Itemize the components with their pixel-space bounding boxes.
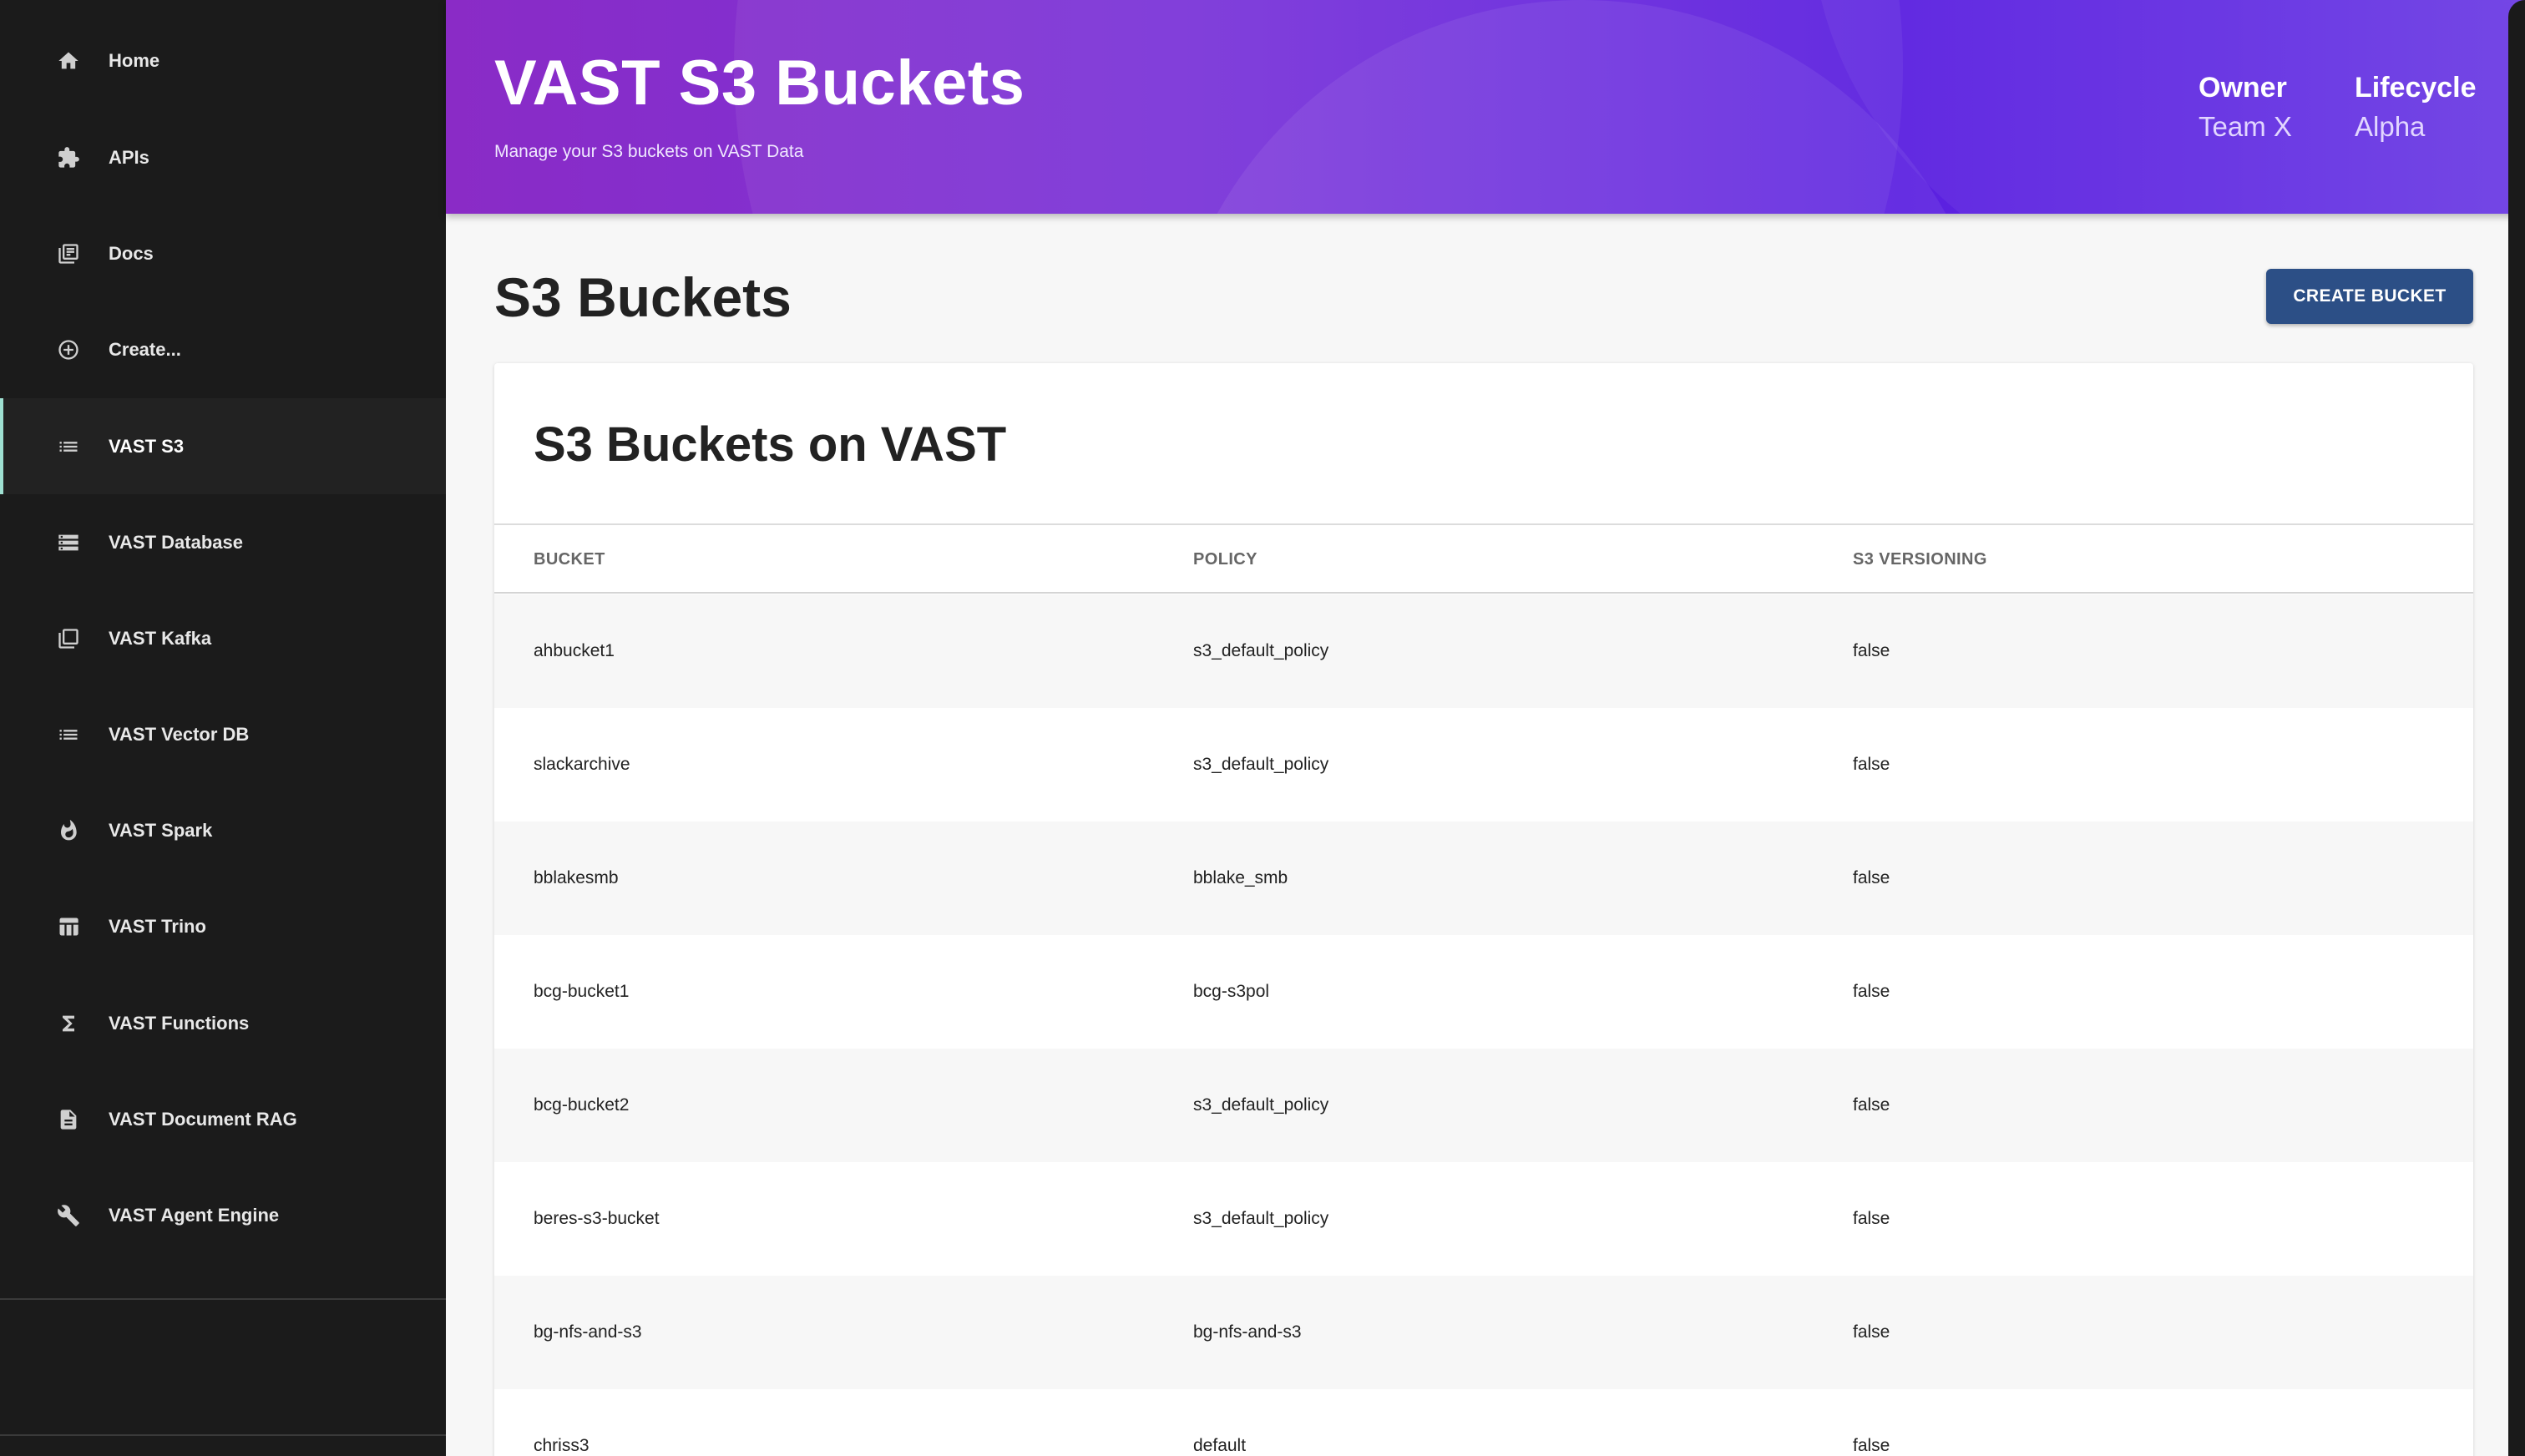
header-title: VAST S3 Buckets: [494, 48, 1025, 119]
sidebar-divider: [0, 1434, 446, 1436]
window-edge: [2508, 0, 2525, 1456]
owner-meta: Owner Team X: [2199, 72, 2292, 143]
sidebar-item-create[interactable]: Create...: [0, 301, 446, 397]
table-row[interactable]: chriss3 default false: [494, 1389, 2473, 1456]
sidebar-item-label: VAST Kafka: [109, 627, 212, 649]
list-icon: [55, 721, 82, 748]
policy-cell: bcg-s3pol: [1193, 982, 1270, 1001]
sidebar-item-label: Home: [109, 49, 160, 71]
header-subtitle: Manage your S3 buckets on VAST Data: [494, 142, 804, 161]
list-icon: [55, 433, 82, 460]
sidebar-item-vast-spark[interactable]: VAST Spark: [0, 782, 446, 878]
versioning-cell: false: [1853, 1209, 1890, 1228]
column-header-s3-versioning[interactable]: S3 VERSIONING: [1853, 550, 1987, 569]
bucket-cell: bcg-bucket2: [534, 1095, 630, 1115]
versioning-cell: false: [1853, 982, 1890, 1001]
sidebar: Home APIs Docs Create... VAST S3 VAST Da…: [0, 0, 446, 1456]
sidebar-item-docs[interactable]: Docs: [0, 205, 446, 301]
queue-icon: [55, 625, 82, 652]
sidebar-item-label: VAST Database: [109, 531, 243, 553]
versioning-cell: false: [1853, 868, 1890, 887]
sidebar-item-label: APIs: [109, 146, 149, 168]
sidebar-item-vast-vector-db[interactable]: VAST Vector DB: [0, 686, 446, 782]
bucket-cell: chriss3: [534, 1436, 590, 1455]
table-row[interactable]: ahbucket1 s3_default_policy false: [494, 594, 2473, 708]
bucket-cell: bcg-bucket1: [534, 982, 630, 1001]
bucket-cell: bblakesmb: [534, 868, 619, 887]
policy-cell: s3_default_policy: [1193, 755, 1329, 774]
sigma-icon: [55, 1010, 82, 1037]
home-icon: [55, 48, 82, 74]
policy-cell: s3_default_policy: [1193, 641, 1329, 660]
sidebar-item-label: Docs: [109, 242, 154, 264]
page-title: S3 Buckets: [494, 266, 792, 328]
lifecycle-label: Lifecycle: [2355, 72, 2477, 104]
page-header: VAST S3 Buckets Manage your S3 buckets o…: [446, 0, 2525, 214]
wrench-icon: [55, 1202, 82, 1229]
flame-icon: [55, 817, 82, 844]
sidebar-item-label: VAST Spark: [109, 819, 213, 841]
versioning-cell: false: [1853, 1095, 1890, 1115]
policy-cell: s3_default_policy: [1193, 1095, 1329, 1115]
library-books-icon: [55, 240, 82, 267]
policy-cell: default: [1193, 1436, 1247, 1455]
column-header-bucket[interactable]: BUCKET: [534, 550, 605, 569]
lifecycle-meta: Lifecycle Alpha: [2355, 72, 2477, 143]
versioning-cell: false: [1853, 1436, 1890, 1455]
owner-value[interactable]: Team X: [2199, 111, 2292, 143]
policy-cell: bg-nfs-and-s3: [1193, 1322, 1302, 1342]
sidebar-item-vast-agent-engine[interactable]: VAST Agent Engine: [0, 1167, 446, 1263]
policy-cell: bblake_smb: [1193, 868, 1288, 887]
sidebar-item-label: VAST Agent Engine: [109, 1204, 280, 1226]
lifecycle-value: Alpha: [2355, 111, 2426, 142]
table-row[interactable]: bg-nfs-and-s3 bg-nfs-and-s3 false: [494, 1276, 2473, 1389]
table-icon: [55, 913, 82, 940]
sidebar-item-vast-s3[interactable]: VAST S3: [0, 398, 446, 494]
sidebar-item-label: VAST Vector DB: [109, 723, 250, 745]
card-title: S3 Buckets on VAST: [534, 417, 1007, 472]
table-header: BUCKET POLICY S3 VERSIONING: [494, 523, 2473, 594]
table-row[interactable]: slackarchive s3_default_policy false: [494, 708, 2473, 822]
buckets-table-card: S3 Buckets on VAST BUCKET POLICY S3 VERS…: [494, 363, 2473, 1456]
owner-label: Owner: [2199, 72, 2287, 104]
sidebar-item-vast-functions[interactable]: VAST Functions: [0, 975, 446, 1071]
policy-cell: s3_default_policy: [1193, 1209, 1329, 1228]
table-row[interactable]: beres-s3-bucket s3_default_policy false: [494, 1162, 2473, 1276]
create-bucket-button[interactable]: CREATE BUCKET: [2266, 269, 2473, 324]
table-row[interactable]: bcg-bucket2 s3_default_policy false: [494, 1049, 2473, 1162]
bucket-cell: bg-nfs-and-s3: [534, 1322, 642, 1342]
table-row[interactable]: bcg-bucket1 bcg-s3pol false: [494, 935, 2473, 1049]
table-row[interactable]: bblakesmb bblake_smb false: [494, 822, 2473, 935]
sidebar-item-vast-document-rag[interactable]: VAST Document RAG: [0, 1071, 446, 1167]
sidebar-item-vast-trino[interactable]: VAST Trino: [0, 878, 446, 974]
add-circle-icon: [55, 336, 82, 363]
sidebar-item-vast-database[interactable]: VAST Database: [0, 494, 446, 590]
bucket-cell: slackarchive: [534, 755, 630, 774]
versioning-cell: false: [1853, 755, 1890, 774]
sidebar-item-label: VAST Trino: [109, 915, 206, 937]
sidebar-divider: [0, 1298, 446, 1300]
column-header-policy[interactable]: POLICY: [1193, 550, 1257, 569]
sidebar-item-label: VAST Functions: [109, 1012, 250, 1034]
sidebar-item-home[interactable]: Home: [0, 13, 446, 109]
sidebar-item-label: VAST S3: [109, 435, 185, 457]
bucket-cell: ahbucket1: [534, 641, 615, 660]
versioning-cell: false: [1853, 641, 1890, 660]
versioning-cell: false: [1853, 1322, 1890, 1342]
document-icon: [55, 1106, 82, 1133]
sidebar-item-apis[interactable]: APIs: [0, 109, 446, 205]
puzzle-icon: [55, 144, 82, 171]
sidebar-item-label: VAST Document RAG: [109, 1108, 297, 1130]
storage-icon: [55, 529, 82, 556]
sidebar-item-label: Create...: [109, 338, 181, 360]
bucket-cell: beres-s3-bucket: [534, 1209, 660, 1228]
sidebar-item-vast-kafka[interactable]: VAST Kafka: [0, 590, 446, 686]
